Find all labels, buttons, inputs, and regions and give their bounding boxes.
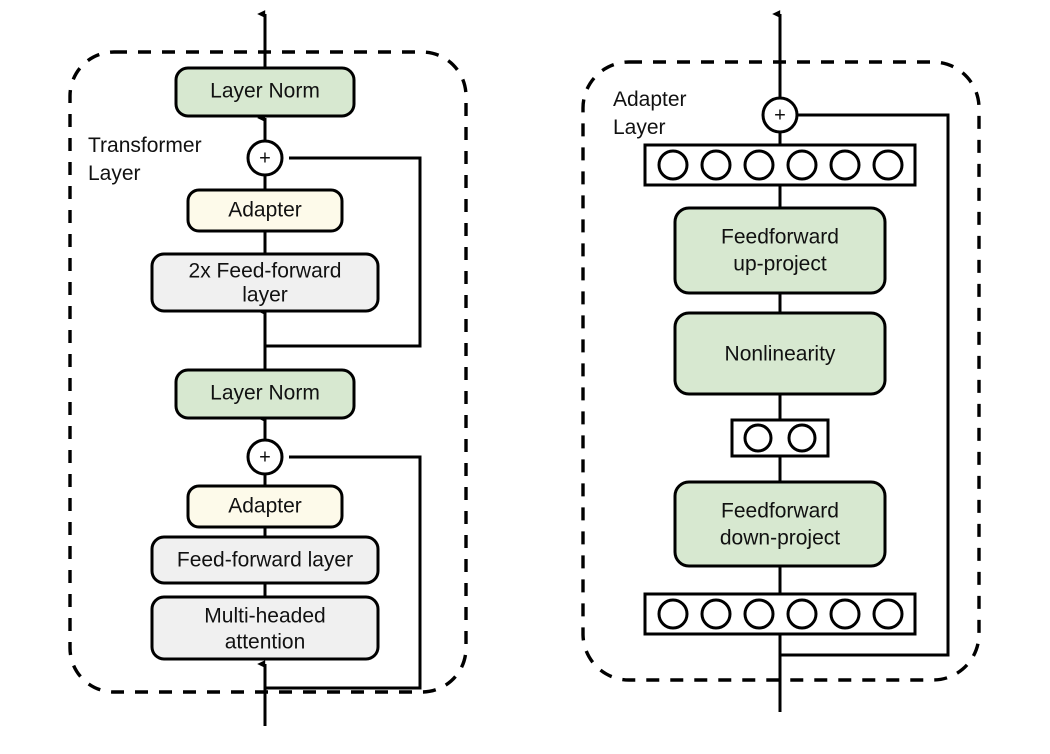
feedforward-down-project-box[interactable] [673, 480, 887, 568]
neuron-row-input [643, 592, 917, 636]
transformer-layer-panel: Transformer Layer Multi-headed attention… [68, 10, 468, 726]
multi-headed-attention-label-line1: Multi-headed [204, 605, 325, 628]
node-add-lower[interactable]: + [246, 438, 284, 476]
nonlinearity-label: Nonlinearity [725, 343, 836, 366]
neuron-unit [700, 149, 732, 181]
multi-headed-attention-label-line2: attention [225, 631, 306, 654]
neuron-unit [786, 598, 818, 630]
feedforward-down-project-label-line1: Feedforward [721, 500, 839, 523]
feedforward-up-project-label-line1: Feedforward [721, 226, 839, 249]
neuron-unit [787, 423, 817, 453]
neuron-unit [829, 149, 861, 181]
layer-norm-top-label: Layer Norm [210, 80, 320, 103]
residual-connection-upper [265, 156, 422, 348]
add-lower-label: + [259, 446, 271, 468]
adapter-lower-label: Adapter [228, 495, 302, 518]
feedforward-up-project-label-line2: up-project [733, 253, 827, 276]
neuron-unit [829, 598, 861, 630]
adapter-layer-title-line2: Layer [613, 116, 666, 139]
transformer-layer-title: Transformer [88, 134, 202, 157]
neuron-unit [657, 598, 689, 630]
neuron-row-bottleneck [730, 418, 830, 458]
neuron-unit [700, 598, 732, 630]
neuron-unit [743, 423, 773, 453]
feedforward-down-project-label-line2: down-project [720, 527, 840, 550]
feed-forward-2x-label-line1: 2x Feed-forward [189, 260, 342, 283]
node-nonlinearity[interactable]: Nonlinearity [673, 311, 887, 396]
node-adapter-add[interactable]: + [761, 96, 799, 134]
node-feed-forward-layer[interactable]: Feed-forward layer [150, 535, 380, 585]
transformer-layer-title-line2: Layer [88, 162, 141, 185]
adapter-architecture-diagram: Transformer Layer Multi-headed attention… [68, 10, 981, 726]
node-adapter-upper[interactable]: Adapter [186, 188, 344, 233]
node-feedforward-up-project[interactable]: Feedforward up-project [673, 206, 887, 295]
node-feedforward-down-project[interactable]: Feedforward down-project [673, 480, 887, 568]
neuron-unit [743, 598, 775, 630]
feed-forward-2x-label-line2: layer [242, 284, 288, 307]
adapter-add-label: + [774, 104, 786, 126]
node-add-upper[interactable]: + [246, 139, 284, 177]
node-adapter-lower[interactable]: Adapter [186, 484, 344, 529]
add-upper-label: + [259, 147, 271, 169]
node-layer-norm-top[interactable]: Layer Norm [174, 66, 356, 118]
neuron-unit [786, 149, 818, 181]
neuron-unit [872, 149, 904, 181]
neuron-unit [743, 149, 775, 181]
feed-forward-layer-label: Feed-forward layer [177, 549, 353, 572]
layer-norm-lower-label: Layer Norm [210, 382, 320, 405]
figure-root: Transformer Layer Multi-headed attention… [0, 0, 1050, 754]
node-feed-forward-2x[interactable]: 2x Feed-forward layer [150, 252, 380, 313]
feedforward-up-project-box[interactable] [673, 206, 887, 295]
neuron-unit [657, 149, 689, 181]
node-multi-headed-attention[interactable]: Multi-headed attention [150, 595, 380, 661]
adapter-layer-title: Adapter [613, 88, 687, 111]
node-layer-norm-lower[interactable]: Layer Norm [174, 368, 356, 420]
neuron-unit [872, 598, 904, 630]
adapter-upper-label: Adapter [228, 199, 302, 222]
neuron-row-output [643, 143, 917, 187]
adapter-layer-panel: Adapter Layer Feedforward down-project N… [581, 10, 981, 712]
